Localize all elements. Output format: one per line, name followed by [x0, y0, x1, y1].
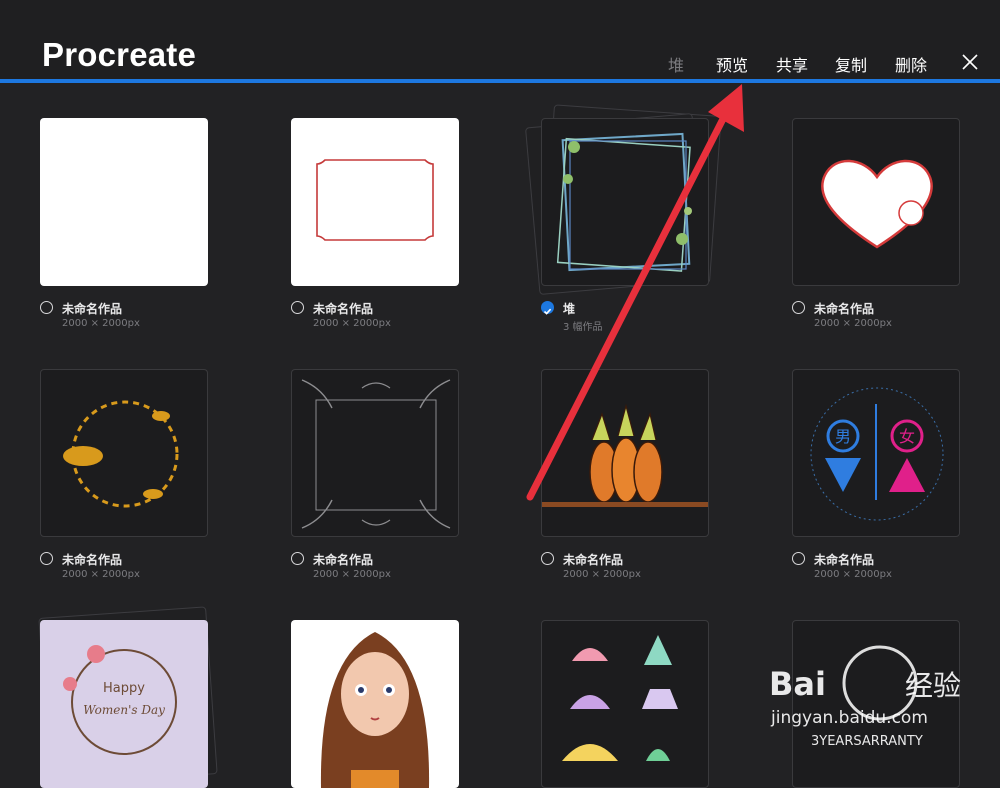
womens-day-art: Happy Women's Day [63, 645, 177, 755]
artwork-size: 2000 × 2000px [563, 569, 641, 580]
artwork-name: 未命名作品 [814, 302, 875, 316]
artwork-thumbnail[interactable] [792, 118, 960, 286]
card-text-line1: Happy [103, 681, 145, 696]
artwork-size: 2000 × 2000px [814, 569, 892, 580]
artwork-thumbnail[interactable] [291, 118, 459, 286]
artwork-size: 2000 × 2000px [814, 318, 892, 329]
baidu-logo: Bai 经验 jingyan.baidu.com 3YEARSARRANTY [769, 645, 961, 749]
female-char: 女 [899, 427, 915, 446]
select-radio[interactable] [792, 301, 805, 314]
delete-button[interactable]: 删除 [895, 52, 927, 76]
artwork-thumbnail[interactable]: 男 女 [792, 369, 960, 537]
artwork-size: 2000 × 2000px [62, 569, 140, 580]
artwork-size: 2000 × 2000px [62, 318, 140, 329]
artwork-name: 未命名作品 [62, 553, 123, 567]
select-radio[interactable] [291, 552, 304, 565]
artwork-name: 未命名作品 [62, 302, 123, 316]
artwork-thumbnail[interactable] [291, 369, 459, 537]
select-radio[interactable] [291, 301, 304, 314]
label-frame-art [316, 159, 434, 241]
carrots-art [542, 403, 708, 507]
restroom-sign-art: 男 女 [810, 387, 944, 521]
hats-art [562, 635, 678, 761]
artwork-thumbnail[interactable] [541, 369, 709, 537]
ornate-frame-art [301, 379, 451, 529]
stack-button[interactable]: 堆 [668, 52, 684, 76]
artwork-size: 2000 × 2000px [313, 318, 391, 329]
select-radio[interactable] [40, 552, 53, 565]
baidu-watermark: Bai 经验 jingyan.baidu.com 3YEARSARRANTY [765, 635, 995, 750]
watermark-url: jingyan.baidu.com [770, 708, 928, 728]
floral-frame-art [556, 132, 692, 272]
artwork-thumbnail[interactable] [40, 369, 208, 537]
accent-divider [0, 79, 1000, 83]
artwork-name: 未命名作品 [563, 553, 624, 567]
stack-count: 3 幅作品 [563, 322, 603, 333]
preview-button[interactable]: 预览 [716, 52, 748, 76]
girl-portrait-art [320, 632, 430, 788]
share-button[interactable]: 共享 [776, 52, 808, 76]
artwork-name: 未命名作品 [313, 302, 374, 316]
stack-name: 堆 [563, 302, 576, 316]
watermark-brand: Bai [769, 665, 826, 703]
duplicate-button[interactable]: 复制 [835, 52, 867, 76]
cloud-wreath-art [63, 400, 179, 508]
card-text-line2: Women's Day [83, 703, 165, 717]
select-radio[interactable] [40, 301, 53, 314]
watermark-tag: 3YEARSARRANTY [811, 734, 923, 749]
artwork-thumbnail[interactable]: Happy Women's Day [40, 620, 208, 788]
artwork-thumbnail[interactable] [541, 620, 709, 788]
select-radio[interactable] [541, 552, 554, 565]
check-icon [543, 308, 552, 315]
close-icon[interactable] [961, 53, 979, 71]
select-radio-checked[interactable] [541, 301, 554, 315]
watermark-brand2: 经验 [905, 669, 961, 702]
stack-thumbnail[interactable] [541, 118, 709, 286]
artwork-name: 未命名作品 [814, 553, 875, 567]
artwork-name: 未命名作品 [313, 553, 374, 567]
select-radio[interactable] [792, 552, 805, 565]
heart-art [821, 159, 933, 249]
artwork-size: 2000 × 2000px [313, 569, 391, 580]
male-char: 男 [835, 427, 851, 446]
artwork-thumbnail[interactable] [291, 620, 459, 788]
app-title: Procreate [42, 36, 197, 73]
artwork-thumbnail[interactable] [40, 118, 208, 286]
